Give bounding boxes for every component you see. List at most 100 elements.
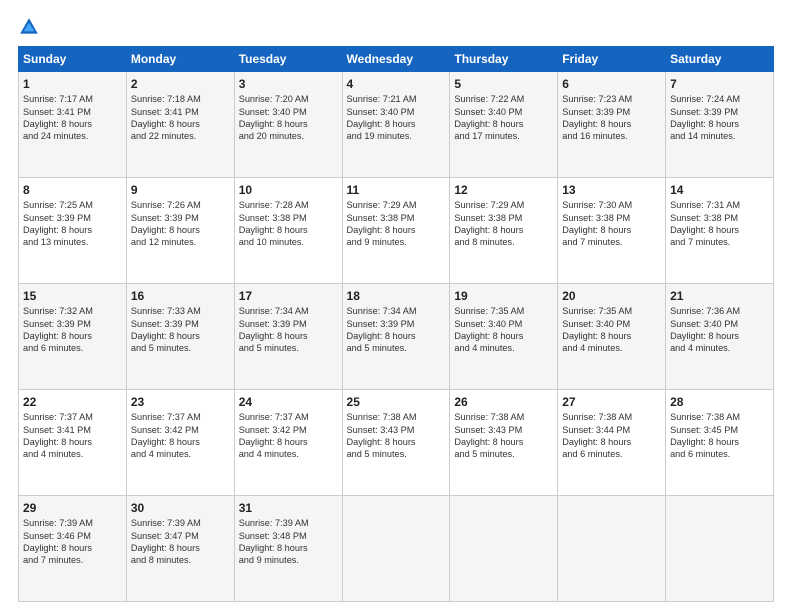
day-info: and 4 minutes. [239,448,338,460]
day-info: Sunrise: 7:28 AM [239,199,338,211]
day-info: Sunrise: 7:25 AM [23,199,122,211]
day-info: Sunset: 3:40 PM [454,318,553,330]
col-header-tuesday: Tuesday [234,47,342,72]
day-info: Daylight: 8 hours [562,436,661,448]
day-number: 12 [454,182,553,198]
day-info: and 12 minutes. [131,236,230,248]
calendar-header: SundayMondayTuesdayWednesdayThursdayFrid… [19,47,774,72]
day-info: Sunrise: 7:38 AM [454,411,553,423]
day-info: Sunset: 3:42 PM [131,424,230,436]
day-info: Sunset: 3:38 PM [454,212,553,224]
col-header-wednesday: Wednesday [342,47,450,72]
day-info: Sunset: 3:48 PM [239,530,338,542]
day-info: Sunset: 3:39 PM [347,318,446,330]
col-header-friday: Friday [558,47,666,72]
day-cell: 4Sunrise: 7:21 AMSunset: 3:40 PMDaylight… [342,72,450,178]
day-info: and 20 minutes. [239,130,338,142]
col-header-monday: Monday [126,47,234,72]
day-info: Sunrise: 7:37 AM [23,411,122,423]
day-cell: 21Sunrise: 7:36 AMSunset: 3:40 PMDayligh… [666,284,774,390]
day-info: and 4 minutes. [23,448,122,460]
day-info: and 16 minutes. [562,130,661,142]
day-info: Daylight: 8 hours [670,330,769,342]
day-info: Sunrise: 7:38 AM [670,411,769,423]
day-cell: 17Sunrise: 7:34 AMSunset: 3:39 PMDayligh… [234,284,342,390]
day-info: Sunrise: 7:29 AM [454,199,553,211]
day-info: Sunrise: 7:29 AM [347,199,446,211]
day-info: Sunset: 3:39 PM [562,106,661,118]
day-info: and 6 minutes. [23,342,122,354]
day-info: Daylight: 8 hours [347,330,446,342]
day-info: and 9 minutes. [239,554,338,566]
day-info: Daylight: 8 hours [562,224,661,236]
day-cell: 25Sunrise: 7:38 AMSunset: 3:43 PMDayligh… [342,390,450,496]
day-number: 24 [239,394,338,410]
day-info: and 4 minutes. [562,342,661,354]
day-info: Sunset: 3:46 PM [23,530,122,542]
day-info: Daylight: 8 hours [131,436,230,448]
day-number: 26 [454,394,553,410]
day-info: Sunrise: 7:20 AM [239,93,338,105]
day-info: and 14 minutes. [670,130,769,142]
day-info: Sunset: 3:38 PM [347,212,446,224]
day-info: Sunrise: 7:32 AM [23,305,122,317]
day-info: Sunset: 3:43 PM [454,424,553,436]
day-info: and 24 minutes. [23,130,122,142]
day-info: Daylight: 8 hours [131,118,230,130]
day-cell: 20Sunrise: 7:35 AMSunset: 3:40 PMDayligh… [558,284,666,390]
day-info: Sunset: 3:39 PM [23,318,122,330]
day-info: Daylight: 8 hours [454,118,553,130]
day-info: Sunset: 3:41 PM [23,106,122,118]
day-cell: 11Sunrise: 7:29 AMSunset: 3:38 PMDayligh… [342,178,450,284]
day-cell: 26Sunrise: 7:38 AMSunset: 3:43 PMDayligh… [450,390,558,496]
col-header-saturday: Saturday [666,47,774,72]
day-info: Daylight: 8 hours [454,224,553,236]
day-cell: 31Sunrise: 7:39 AMSunset: 3:48 PMDayligh… [234,496,342,602]
day-info: Sunrise: 7:33 AM [131,305,230,317]
header [18,16,774,38]
day-cell: 28Sunrise: 7:38 AMSunset: 3:45 PMDayligh… [666,390,774,496]
week-row-2: 8Sunrise: 7:25 AMSunset: 3:39 PMDaylight… [19,178,774,284]
day-info: Sunset: 3:38 PM [562,212,661,224]
day-info: Sunset: 3:39 PM [239,318,338,330]
day-number: 27 [562,394,661,410]
day-number: 11 [347,182,446,198]
day-info: Daylight: 8 hours [239,436,338,448]
day-number: 15 [23,288,122,304]
page: SundayMondayTuesdayWednesdayThursdayFrid… [0,0,792,612]
day-number: 14 [670,182,769,198]
calendar-table: SundayMondayTuesdayWednesdayThursdayFrid… [18,46,774,602]
day-info: Sunset: 3:39 PM [23,212,122,224]
day-info: Sunset: 3:40 PM [562,318,661,330]
day-number: 23 [131,394,230,410]
day-info: Sunset: 3:42 PM [239,424,338,436]
week-row-4: 22Sunrise: 7:37 AMSunset: 3:41 PMDayligh… [19,390,774,496]
day-info: and 7 minutes. [23,554,122,566]
week-row-3: 15Sunrise: 7:32 AMSunset: 3:39 PMDayligh… [19,284,774,390]
day-cell: 15Sunrise: 7:32 AMSunset: 3:39 PMDayligh… [19,284,127,390]
day-info: Sunrise: 7:34 AM [239,305,338,317]
day-info: Sunrise: 7:24 AM [670,93,769,105]
day-cell [558,496,666,602]
day-info: Daylight: 8 hours [23,118,122,130]
day-info: Sunrise: 7:31 AM [670,199,769,211]
day-info: Sunrise: 7:35 AM [454,305,553,317]
day-info: Sunrise: 7:37 AM [131,411,230,423]
day-info: Sunrise: 7:22 AM [454,93,553,105]
day-info: and 5 minutes. [239,342,338,354]
day-info: Sunrise: 7:38 AM [347,411,446,423]
day-info: Sunset: 3:38 PM [239,212,338,224]
day-info: Sunrise: 7:17 AM [23,93,122,105]
day-info: Daylight: 8 hours [23,542,122,554]
day-number: 7 [670,76,769,92]
day-info: Daylight: 8 hours [347,224,446,236]
day-number: 3 [239,76,338,92]
day-info: Sunrise: 7:39 AM [239,517,338,529]
day-number: 21 [670,288,769,304]
day-cell: 8Sunrise: 7:25 AMSunset: 3:39 PMDaylight… [19,178,127,284]
day-info: and 5 minutes. [347,448,446,460]
day-cell: 1Sunrise: 7:17 AMSunset: 3:41 PMDaylight… [19,72,127,178]
day-info: Daylight: 8 hours [562,330,661,342]
day-info: and 8 minutes. [131,554,230,566]
day-cell: 30Sunrise: 7:39 AMSunset: 3:47 PMDayligh… [126,496,234,602]
